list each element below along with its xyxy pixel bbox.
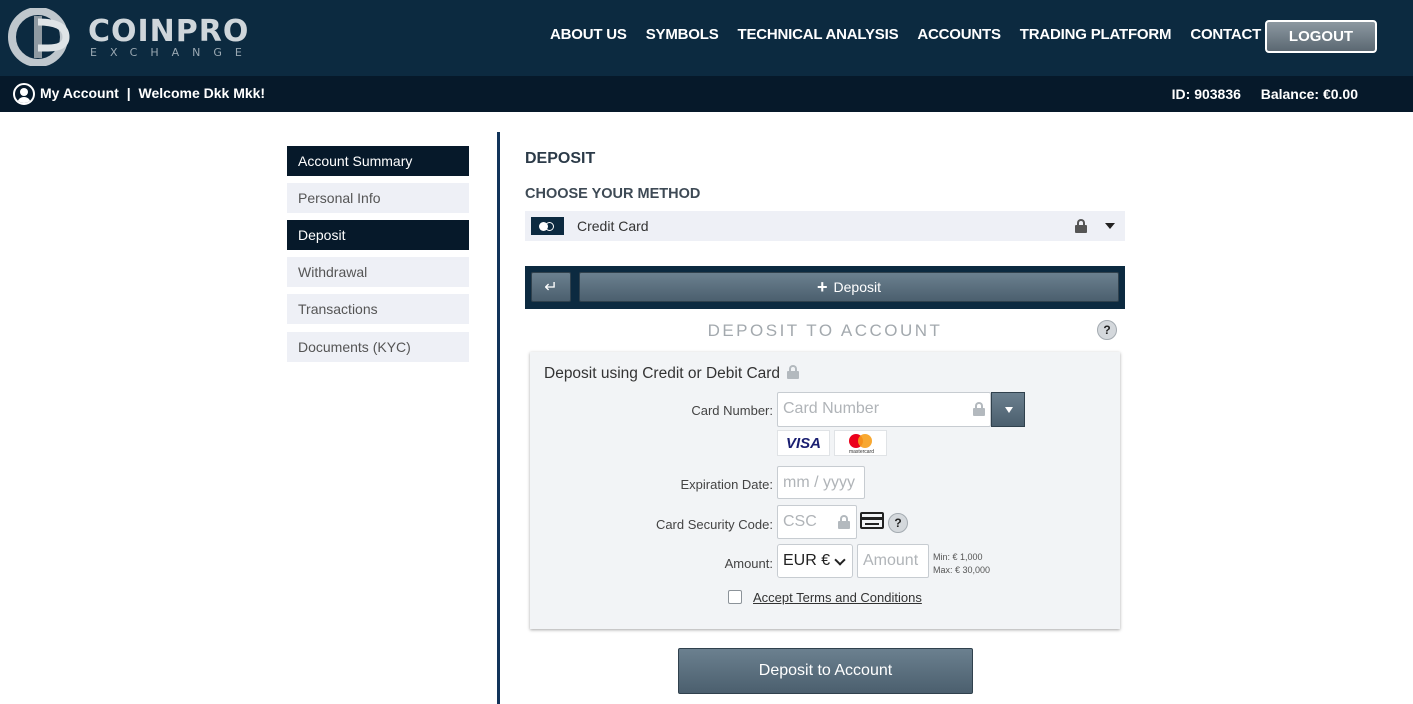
lock-icon [787,365,800,379]
logout-button[interactable]: LOGOUT [1265,20,1377,53]
csc-help-icon[interactable]: ? [888,513,908,533]
sidebar-item-transactions[interactable]: Transactions [287,294,469,324]
my-account-link[interactable]: My Account [40,85,119,101]
card-dropdown-button[interactable] [991,392,1025,427]
main-nav: ABOUT US SYMBOLS TECHNICAL ANALYSIS ACCO… [550,26,1305,43]
lock-icon [973,402,985,416]
min-amount: Min: € 1,000 [933,552,983,562]
back-button[interactable]: ↵ [531,272,571,302]
card-back-icon [860,512,884,529]
top-header: COINPRO EXCHANGE ABOUT US SYMBOLS TECHNI… [0,0,1413,76]
toggle-card-icon [531,217,564,235]
sidebar-item-account-summary[interactable]: Account Summary [287,146,469,176]
card-deposit-form: Deposit using Credit or Debit Card Card … [530,352,1120,629]
amount-input[interactable]: Amount [857,544,929,578]
deposit-tab-label: Deposit [833,279,881,295]
balance-label: Balance: [1260,86,1320,102]
nav-trading-platform[interactable]: TRADING PLATFORM [1020,26,1172,43]
csc-label: Card Security Code: [655,517,773,532]
choose-method-heading: CHOOSE YOUR METHOD [525,186,701,202]
plus-icon: + [817,276,828,297]
logo-text: COINPRO [88,14,250,49]
welcome-message: Welcome Dkk Mkk! [138,85,266,101]
separator: | [126,85,131,101]
vertical-divider [497,132,500,704]
sidebar-item-documents-kyc[interactable]: Documents (KYC) [287,332,469,362]
sidebar-item-withdrawal[interactable]: Withdrawal [287,257,469,287]
nav-accounts[interactable]: ACCOUNTS [917,26,1001,43]
welcome-text: My Account | Welcome Dkk Mkk! [40,85,265,101]
currency-selected: EUR € [783,552,831,569]
chevron-down-icon [834,554,846,566]
id-balance: ID: 903836 Balance: €0.00 [1172,86,1358,102]
coinpro-logo[interactable]: COINPRO EXCHANGE [8,8,288,66]
form-title: Deposit using Credit or Debit Card [544,364,800,383]
nav-about-us[interactable]: ABOUT US [550,26,627,43]
user-icon [13,83,35,105]
expiration-input[interactable]: mm / yyyy [777,466,865,499]
deposit-to-account-heading: DEPOSIT TO ACCOUNT [707,321,943,340]
deposit-toolbar: ↵ + Deposit [525,266,1125,309]
balance-value: €0.00 [1322,86,1358,102]
max-amount: Max: € 30,000 [933,565,991,575]
accept-terms-checkbox[interactable] [728,590,742,604]
id-value: 903836 [1194,86,1241,102]
lock-icon [1075,219,1087,233]
mastercard-logo: mastercard [834,430,887,456]
expiration-label: Expiration Date: [680,477,774,492]
deposit-tab-button[interactable]: + Deposit [579,272,1119,302]
help-icon[interactable]: ? [1097,320,1117,340]
caret-down-icon [1105,223,1115,229]
method-selected-label: Credit Card [577,218,649,234]
visa-logo: VISA [777,430,830,456]
nav-symbols[interactable]: SYMBOLS [646,26,719,43]
sidebar-item-personal-info[interactable]: Personal Info [287,183,469,213]
card-number-label: Card Number: [691,403,773,418]
amount-limits: Min: € 1,000 Max: € 30,000 [933,551,990,577]
terms-link[interactable]: Accept Terms and Conditions [753,590,922,605]
payment-method-select[interactable]: Credit Card [525,211,1125,241]
nav-technical-analysis[interactable]: TECHNICAL ANALYSIS [738,26,899,43]
lock-icon [838,515,850,529]
amount-label: Amount: [724,556,773,571]
page-title: DEPOSIT [525,150,596,167]
card-number-input[interactable]: Card Number [777,392,991,427]
logo-mark-icon [8,8,70,66]
id-label: ID: [1171,86,1191,102]
currency-select[interactable]: EUR € [777,544,853,578]
logo-subtext: EXCHANGE [90,46,255,59]
sidebar-item-deposit[interactable]: Deposit [287,220,469,250]
account-bar: My Account | Welcome Dkk Mkk! ID: 903836… [0,76,1413,112]
deposit-to-account-button[interactable]: Deposit to Account [678,648,973,694]
